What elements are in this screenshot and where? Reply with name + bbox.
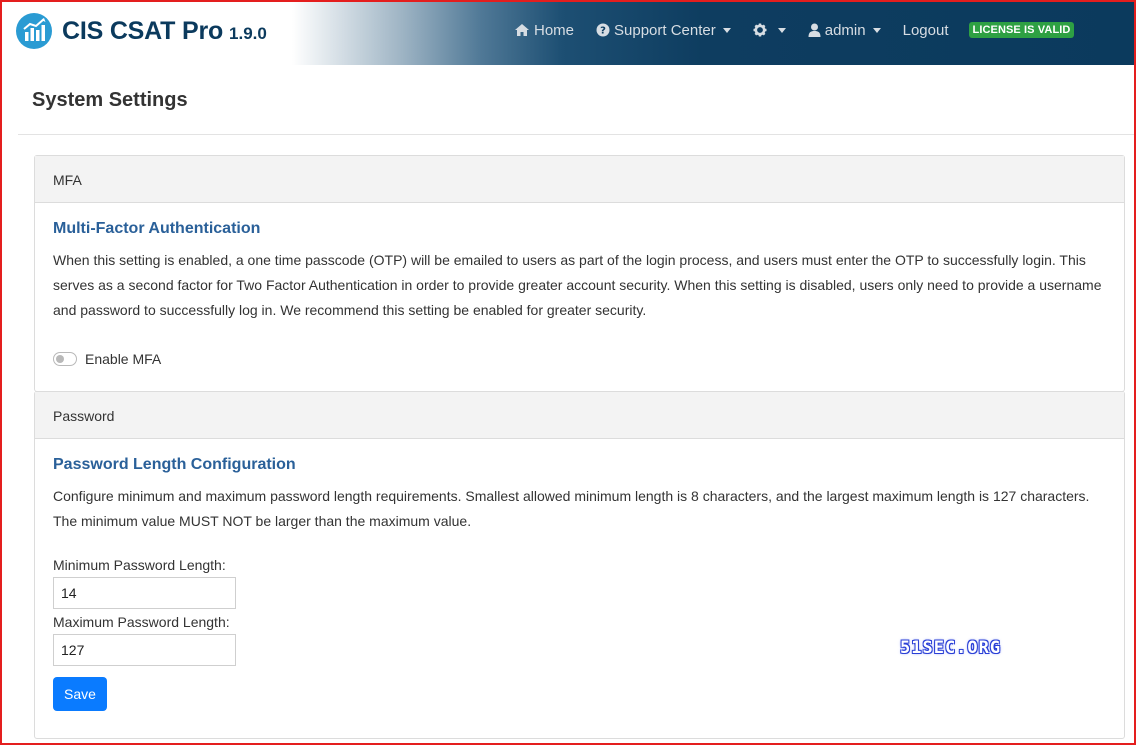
enable-mfa-label[interactable]: Enable MFA [85,351,161,367]
nav-user-label: admin [824,21,866,39]
chevron-down-icon [777,27,786,33]
mfa-card-header: MFA [35,156,1124,203]
nav-settings[interactable] [753,23,786,37]
app-name: CIS CSAT Pro [62,16,224,45]
mfa-card-body: Multi-Factor Authentication When this se… [35,203,1124,367]
brand[interactable]: CIS CSAT Pro 1.9.0 [16,11,267,51]
page-title: System Settings [32,89,188,111]
nav-logout[interactable]: Logout [903,22,949,39]
min-length-input[interactable] [53,577,236,609]
max-length-input[interactable] [53,634,236,666]
app-version: 1.9.0 [229,24,267,43]
mfa-card: MFA Multi-Factor Authentication When thi… [34,155,1125,392]
max-length-label: Maximum Password Length: [53,614,230,630]
nav-home-label: Home [534,21,575,39]
watermark: 51SEC.ORG [900,638,1002,658]
svg-text:?: ? [600,26,606,37]
nav-logout-label: Logout [902,21,949,39]
chart-logo-icon [16,13,52,49]
mfa-description: When this setting is enabled, a one time… [53,252,1102,318]
nav-home[interactable]: Home [514,22,574,39]
nav-support-center[interactable]: ? Support Center [596,22,731,39]
nav-user-menu[interactable]: admin [808,22,881,39]
top-navbar: CIS CSAT Pro 1.9.0 Home ? Support Center [2,2,1134,65]
gear-icon [753,23,767,37]
user-icon [808,23,821,37]
password-card: Password Password Length Configuration C… [34,391,1125,739]
password-description: Configure minimum and maximum password l… [53,488,1090,529]
enable-mfa-toggle[interactable] [53,352,77,366]
home-icon [515,24,529,36]
chevron-down-icon [872,27,881,33]
chevron-down-icon [722,27,731,33]
toggle-knob [56,355,64,363]
save-button[interactable]: Save [53,677,107,711]
mfa-toggle-row: Enable MFA [53,351,1106,367]
password-card-header: Password [35,392,1124,439]
license-status-badge: LICENSE IS VALID [968,22,1075,38]
screenshot-frame: CIS CSAT Pro 1.9.0 Home ? Support Center [0,0,1136,745]
password-section-title: Password Length Configuration [53,456,296,473]
page-header: System Settings [18,65,1134,135]
min-length-label: Minimum Password Length: [53,557,226,573]
question-circle-icon: ? [596,23,610,37]
nav-menu: Home ? Support Center admin Logout LICEN… [514,18,1075,42]
password-card-body: Password Length Configuration Configure … [35,439,1124,711]
nav-support-label: Support Center [614,21,716,39]
mfa-section-title: Multi-Factor Authentication [53,220,261,237]
